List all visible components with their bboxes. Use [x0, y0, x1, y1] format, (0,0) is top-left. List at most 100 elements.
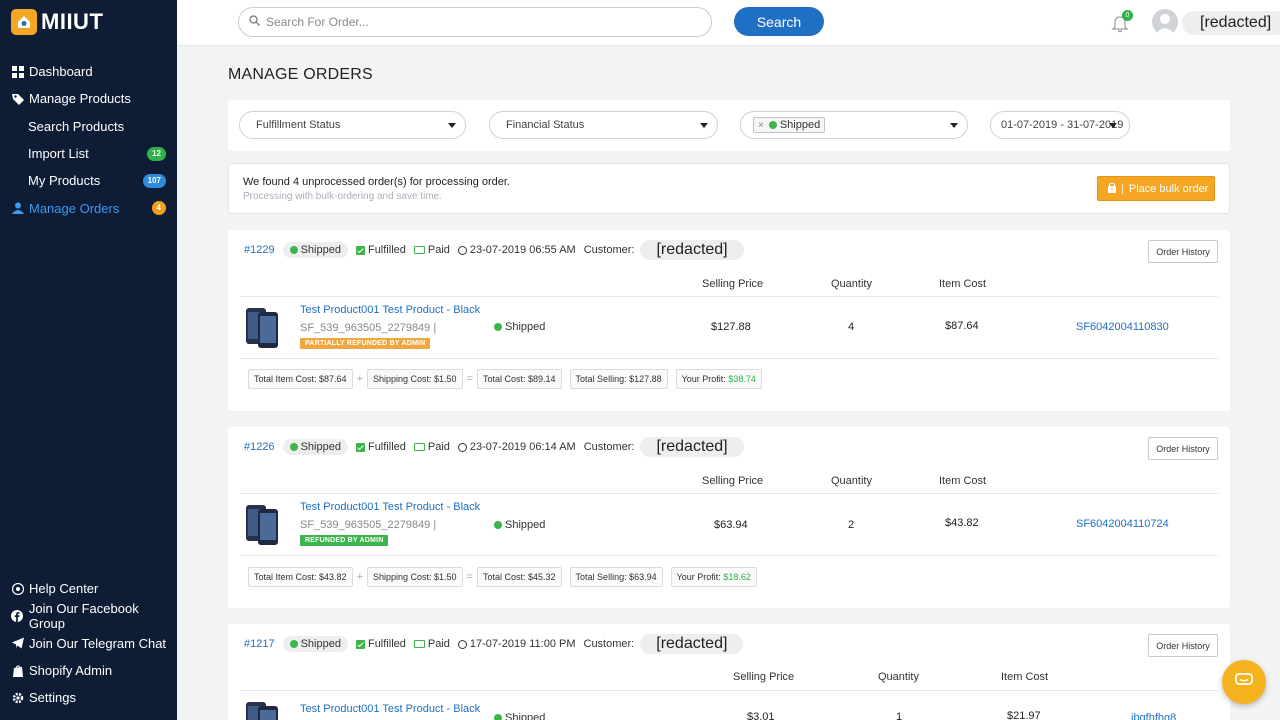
- check-icon: [355, 639, 365, 649]
- status-badge: Shipped: [282, 242, 348, 258]
- order-search: [238, 7, 712, 37]
- divider: [240, 690, 1218, 691]
- sidebar-item-label: Join Our Facebook Group: [28, 600, 139, 631]
- caret-down-icon: [700, 123, 708, 128]
- column-header-selling-price: Selling Price: [733, 671, 795, 683]
- order-date: 23-07-2019 06:14 AM: [457, 441, 576, 453]
- brand-logo[interactable]: MIIUT: [11, 9, 103, 35]
- your-profit: Your Profit: $38.74: [675, 369, 762, 389]
- customer-label: Customer:: [583, 441, 635, 453]
- quantity: 4: [848, 321, 855, 333]
- status-dot: [289, 640, 298, 648]
- item-status: Shipped: [494, 519, 545, 531]
- flag-label: Paid: [427, 441, 450, 453]
- status-label: Shipped: [505, 321, 546, 333]
- order-id-link[interactable]: #1229: [244, 244, 275, 256]
- order-id-link[interactable]: #1226: [244, 441, 275, 453]
- search-button[interactable]: Search: [734, 7, 824, 36]
- sidebar-item-facebook-group[interactable]: Join Our Facebook Group: [0, 600, 177, 631]
- product-thumbnail[interactable]: [242, 698, 282, 720]
- live-chat-button[interactable]: [1222, 660, 1266, 704]
- product-thumbnail[interactable]: [242, 304, 282, 348]
- item-cost: $43.82: [945, 517, 979, 529]
- status-label: Shipped: [300, 638, 341, 650]
- order-card: #1217 Shipped Fulfilled Paid 17-07-2019 …: [228, 624, 1230, 720]
- sidebar-item-my-products[interactable]: My Products 107: [0, 167, 177, 194]
- order-header: #1229 Shipped Fulfilled Paid 23-07-2019 …: [244, 240, 744, 260]
- sidebar-item-label: Dashboard: [29, 64, 93, 80]
- select-value: Fulfillment Status: [256, 119, 341, 131]
- fulfillment-status-select[interactable]: Fulfillment Status: [239, 111, 466, 139]
- caret-down-icon: [448, 123, 456, 128]
- profit-value: $38.74: [728, 374, 756, 384]
- your-profit: Your Profit: $18.62: [670, 567, 757, 587]
- total-selling: Total Selling: $127.88: [569, 369, 668, 389]
- product-title-link[interactable]: Test Product001 Test Product - Black: [300, 703, 480, 715]
- clock-icon: [457, 245, 467, 255]
- financial-status-select[interactable]: Financial Status: [489, 111, 718, 139]
- avatar[interactable]: [1152, 9, 1178, 35]
- item-status: Shipped: [494, 712, 545, 720]
- column-header-quantity: Quantity: [831, 278, 872, 290]
- sidebar-item-label: Manage Products: [29, 91, 131, 107]
- user-icon: [11, 202, 24, 215]
- page-title: MANAGE ORDERS: [228, 66, 373, 83]
- user-name[interactable]: [redacted]: [1182, 11, 1280, 35]
- customer-name: [redacted]: [640, 437, 744, 457]
- money-icon: [413, 640, 425, 648]
- order-history-button[interactable]: Order History: [1148, 437, 1218, 460]
- sidebar-item-import-list[interactable]: Import List 12: [0, 140, 177, 167]
- product-sku: SF_539_963505_2279849 |: [300, 322, 437, 334]
- customer-name: [redacted]: [640, 634, 744, 654]
- chip-label: Shipped: [779, 119, 821, 131]
- tracking-number-link[interactable]: SF6042004110830: [1076, 321, 1169, 333]
- sidebar: MIIUT Dashboard Manage Products Search P…: [0, 0, 177, 720]
- date-range-picker[interactable]: 01-07-2019 - 31-07-2019: [990, 111, 1130, 139]
- check-icon: [355, 245, 365, 255]
- count-badge: 4: [151, 201, 166, 216]
- caret-down-icon: [1109, 123, 1117, 128]
- status-dot: [289, 246, 298, 254]
- status-label: Shipped: [300, 244, 341, 256]
- sidebar-item-shopify-admin[interactable]: Shopify Admin: [0, 657, 177, 684]
- select-value: Financial Status: [506, 119, 585, 131]
- order-history-button[interactable]: Order History: [1148, 240, 1218, 263]
- order-history-button[interactable]: Order History: [1148, 634, 1218, 657]
- sidebar-item-telegram-chat[interactable]: Join Our Telegram Chat: [0, 630, 177, 657]
- sidebar-bottom-nav: Help Center Join Our Facebook Group Join…: [0, 575, 177, 711]
- place-bulk-order-button[interactable]: | Place bulk order: [1097, 176, 1215, 201]
- status-badge: Shipped: [282, 636, 348, 652]
- sidebar-item-manage-orders[interactable]: Manage Orders 4: [0, 194, 177, 221]
- divider: [240, 555, 1218, 556]
- remove-icon[interactable]: ×: [758, 120, 764, 131]
- clock-icon: [457, 442, 467, 452]
- search-input[interactable]: [266, 15, 686, 29]
- order-status-select[interactable]: × Shipped: [740, 111, 968, 139]
- flag-label: Fulfilled: [367, 244, 406, 256]
- sidebar-item-dashboard[interactable]: Dashboard: [0, 58, 177, 85]
- notification-count-badge: 0: [1122, 10, 1133, 21]
- sidebar-item-help-center[interactable]: Help Center: [0, 575, 177, 602]
- sidebar-item-settings[interactable]: Settings: [0, 684, 177, 711]
- product-title-link[interactable]: Test Product001 Test Product - Black: [300, 304, 480, 316]
- tracking-number-link[interactable]: SF6042004110724: [1076, 518, 1169, 530]
- tracking-number-link[interactable]: jbgfhfhg8: [1131, 712, 1176, 720]
- count-badge: 107: [142, 174, 166, 189]
- order-id-link[interactable]: #1217: [244, 638, 275, 650]
- status-label: Shipped: [505, 519, 546, 531]
- product-sku: SF_539_963505_2279849 |: [300, 519, 437, 531]
- sidebar-item-search-products[interactable]: Search Products: [0, 113, 177, 140]
- shopify-icon: [11, 664, 24, 677]
- fulfilled-flag: Fulfilled: [355, 638, 406, 650]
- tag-icon: [11, 92, 24, 105]
- money-icon: [413, 443, 425, 451]
- logo-icon: [11, 9, 37, 35]
- selling-price: $127.88: [711, 321, 751, 333]
- sidebar-item-manage-products[interactable]: Manage Products: [0, 85, 177, 112]
- product-title-link[interactable]: Test Product001 Test Product - Black: [300, 501, 480, 513]
- date-label: 23-07-2019 06:14 AM: [469, 441, 576, 453]
- status-badge: Shipped: [282, 439, 348, 455]
- unprocessed-orders-notice: We found 4 unprocessed order(s) for proc…: [228, 163, 1230, 214]
- divider: [240, 493, 1218, 494]
- product-thumbnail[interactable]: [242, 501, 282, 545]
